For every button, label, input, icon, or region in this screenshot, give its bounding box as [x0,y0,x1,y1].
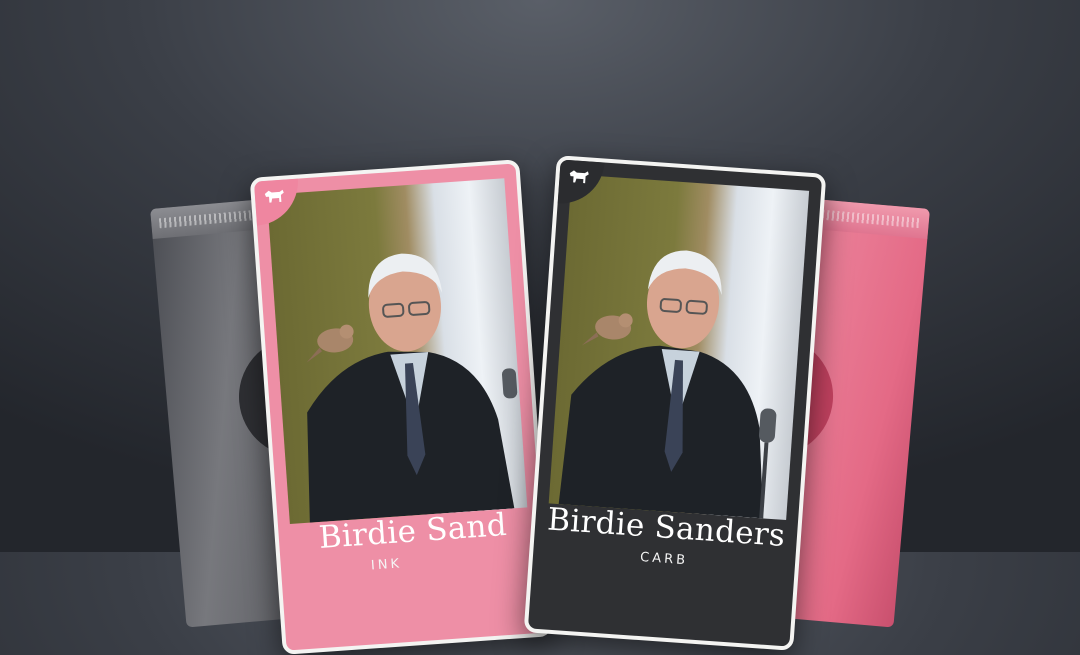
card-photo [266,178,528,525]
card-photo [548,174,810,521]
pink-trading-card[interactable]: Birdie Sand INK [249,159,553,655]
card-pack-scene: Birdie Sand INK Birdie Sanders CARB [0,0,1080,655]
donkey-icon [264,189,284,203]
donkey-icon [569,170,589,184]
dark-trading-card[interactable]: Birdie Sanders CARB [523,155,827,651]
